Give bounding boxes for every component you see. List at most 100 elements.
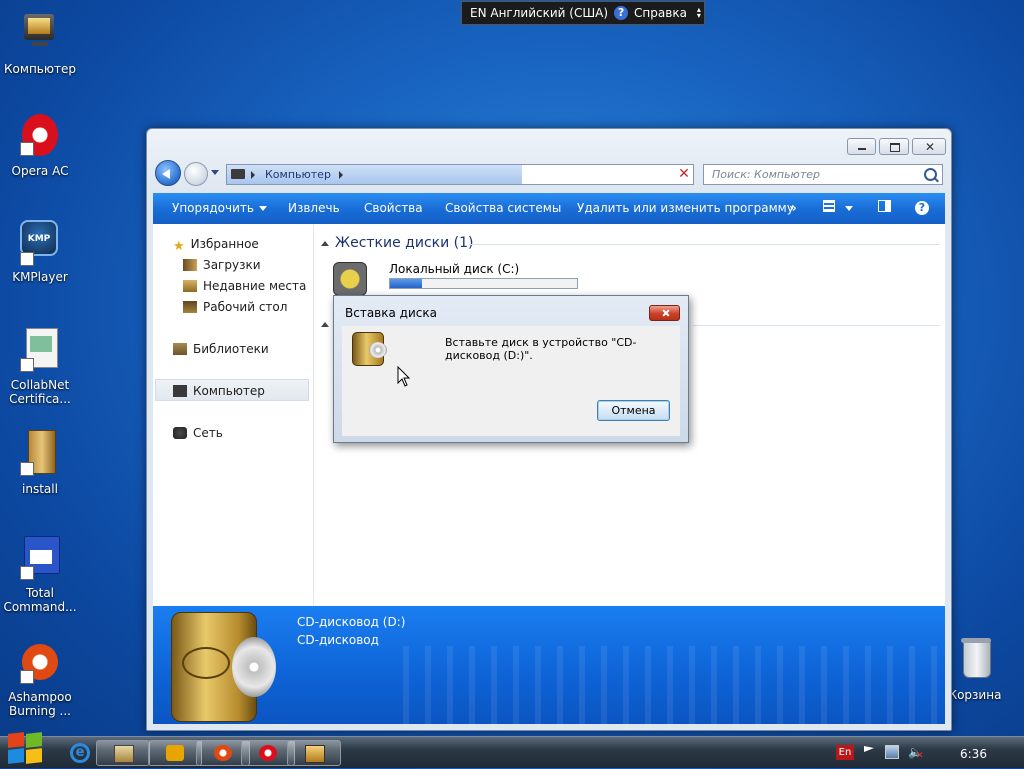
desktop-icon-label: install — [22, 482, 58, 496]
language-bar[interactable]: EN Английский (США) ? Справка ▴ ▾ — [461, 1, 705, 25]
desktop-icon-label: Компьютер — [4, 62, 76, 76]
help-label[interactable]: Справка — [634, 6, 687, 20]
back-button[interactable] — [155, 160, 181, 186]
cancel-button[interactable]: Отмена — [597, 400, 670, 421]
desktop-icon-collabnet[interactable]: CollabNet Certifica... — [2, 326, 78, 406]
disk-usage-bar — [389, 278, 578, 289]
details-subtitle: CD-дисковод — [297, 633, 379, 647]
nav-label: Библиотеки — [193, 342, 269, 356]
hard-disks-header[interactable]: Жесткие диски (1) — [335, 235, 473, 251]
network-tray-icon[interactable] — [885, 745, 899, 759]
nav-label: Загрузки — [203, 258, 261, 272]
properties-button[interactable]: Свойства — [364, 201, 423, 215]
hard-disk-icon — [333, 262, 367, 296]
breadcrumb-computer[interactable]: Компьютер — [265, 168, 331, 181]
collapse-arrow-icon[interactable] — [321, 322, 329, 327]
kmplayer-badge: KMP — [27, 234, 51, 244]
breadcrumb-arrow-icon[interactable] — [251, 171, 255, 179]
stop-icon[interactable]: ✕ — [673, 164, 695, 185]
desktop-icon-opera[interactable]: Opera AC — [2, 112, 78, 178]
command-bar: Упорядочить Извлечь Свойства Свойства си… — [153, 193, 945, 224]
nav-desktop[interactable]: Рабочий стол — [183, 300, 287, 314]
close-button[interactable]: ✕ — [912, 138, 946, 155]
internet-explorer-icon[interactable]: e — [70, 743, 90, 763]
search-input[interactable]: Поиск: Компьютер — [703, 164, 943, 185]
desktop-icon-label: KMPlayer — [12, 270, 68, 284]
close-icon: ✕ — [925, 140, 936, 154]
dialog-close-button[interactable] — [649, 305, 680, 321]
desktop-icon-kmplayer[interactable]: KMP KMPlayer — [2, 218, 78, 284]
taskbar-media-button[interactable] — [148, 740, 202, 766]
taskbar-explorer-button[interactable] — [96, 740, 150, 766]
computer-icon — [16, 10, 64, 58]
volume-muted-icon[interactable]: 🔈 ✕ — [908, 745, 924, 761]
desktop-icon-label: Opera AC — [11, 164, 69, 178]
forward-button[interactable] — [184, 162, 208, 186]
taskbar-clock[interactable]: 6:36 — [960, 747, 987, 761]
organize-button[interactable]: Упорядочить — [172, 201, 267, 215]
desktop-icon-ashampoo[interactable]: Ashampoo Burning ... — [2, 638, 78, 718]
dialog-body: Вставьте диск в устройство "CD-дисковод … — [342, 326, 680, 436]
nav-downloads[interactable]: Загрузки — [183, 258, 261, 272]
computer-icon — [305, 745, 325, 763]
language-indicator[interactable]: EN Английский (США) — [470, 6, 608, 20]
eject-button[interactable]: Извлечь — [288, 201, 340, 215]
nav-computer[interactable]: Компьютер — [173, 384, 265, 398]
more-commands-button[interactable]: » — [789, 201, 797, 215]
start-button[interactable] — [2, 731, 52, 769]
desktop-icon-install[interactable]: install — [2, 430, 78, 496]
nav-label: Недавние места — [203, 279, 307, 293]
group-divider — [693, 325, 939, 326]
breadcrumb-arrow-icon[interactable] — [339, 171, 343, 179]
details-title: CD-дисковод (D:) — [297, 615, 406, 629]
help-button[interactable]: ? — [915, 200, 929, 215]
group-divider — [469, 244, 939, 245]
view-icon — [823, 200, 835, 212]
taskbar: e En 🔈 ✕ 6:36 — [0, 732, 1024, 768]
desktop-icon-total-commander[interactable]: Total Command... — [2, 534, 78, 614]
dialog-message: Вставьте диск в устройство "CD-дисковод … — [445, 336, 637, 362]
language-bar-options-icon[interactable]: ▴ ▾ — [697, 6, 701, 20]
computer-icon — [173, 385, 187, 397]
installer-icon — [16, 430, 64, 478]
insert-disk-dialog: Вставка диска Вставьте диск в устройство… — [333, 295, 689, 443]
disk-usage-fill — [390, 279, 422, 288]
chevron-down-icon — [258, 206, 267, 211]
nav-favorites[interactable]: ★ Избранное — [173, 237, 259, 254]
nav-label: Сеть — [193, 426, 223, 440]
tray-language-indicator[interactable]: En — [836, 745, 854, 760]
chevron-down-icon — [845, 206, 853, 211]
nav-libraries[interactable]: Библиотеки — [173, 342, 269, 356]
opera-icon — [259, 745, 277, 761]
taskbar-computer-button[interactable] — [287, 740, 341, 766]
address-bar[interactable]: Компьютер — [226, 164, 762, 185]
recycle-bin-icon — [951, 636, 999, 684]
folder-icon — [114, 745, 134, 763]
history-dropdown-icon[interactable] — [211, 170, 219, 175]
maximize-button[interactable] — [879, 138, 909, 155]
system-properties-button[interactable]: Свойства системы — [445, 201, 561, 215]
desktop-icon-computer[interactable]: Компьютер — [2, 10, 78, 76]
help-icon: ? — [915, 201, 929, 215]
desktop-icon-label: Total Command... — [3, 586, 77, 614]
nav-recent-places[interactable]: Недавние места — [183, 279, 306, 293]
local-disk-label: Локальный диск (C:) — [389, 262, 520, 276]
action-center-flag-icon[interactable] — [864, 746, 874, 752]
minimize-button[interactable] — [847, 138, 876, 155]
nav-label: Компьютер — [193, 384, 265, 398]
maximize-icon — [890, 143, 900, 152]
collapse-arrow-icon[interactable] — [321, 241, 329, 246]
minimize-icon — [858, 148, 866, 150]
desktop-folder-icon — [183, 301, 197, 313]
help-icon[interactable]: ? — [614, 6, 629, 20]
nav-label: Рабочий стол — [203, 300, 288, 314]
nav-network[interactable]: Сеть — [173, 426, 223, 440]
recent-places-icon — [183, 280, 197, 292]
downloads-folder-icon — [183, 259, 197, 271]
uninstall-program-button[interactable]: Удалить или изменить программу — [577, 201, 794, 215]
preview-pane-button[interactable] — [878, 200, 891, 215]
search-icon[interactable] — [924, 168, 937, 181]
ashampoo-icon — [16, 638, 64, 686]
view-options-button[interactable] — [823, 200, 853, 215]
search-placeholder: Поиск: Компьютер — [712, 168, 820, 181]
